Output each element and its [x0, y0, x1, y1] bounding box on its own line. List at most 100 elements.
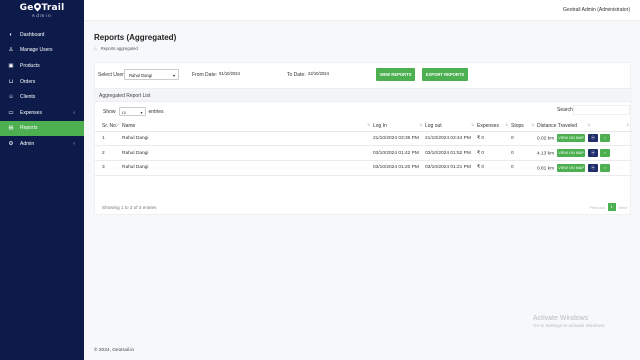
view-on-map-button[interactable]: VIEW ON MAP: [557, 134, 586, 143]
sidebar-item-reports[interactable]: ▤ Reports: [0, 120, 84, 137]
table-row: 2 Rahul Dangi 03/10/2024 01:42 PM 03/10/202…: [95, 145, 632, 161]
pagination-next[interactable]: Next: [619, 205, 627, 210]
cell-stops: 0: [511, 160, 537, 176]
table-row: 3 Rahul Dangi 03/10/2024 01:20 PM 03/10/202…: [95, 160, 632, 176]
column-header[interactable]: Expenses ⇅: [477, 121, 511, 132]
search-label: Search:: [557, 107, 575, 113]
cart-icon: ⊔: [8, 78, 14, 85]
sidebar-item-label: Clients: [20, 94, 36, 101]
column-header-label: Name: [122, 122, 136, 129]
sidebar: Ge Trail Admin ◐ Dashboard ♙ Manage Users ▣ Pr…: [0, 0, 84, 360]
excel-icon[interactable]: ▪: [600, 134, 611, 143]
cell-login: 03/10/2024 01:42 PM: [373, 145, 425, 161]
column-header-label: Log In: [373, 122, 387, 129]
to-date-input[interactable]: 22/10/2024: [306, 68, 366, 79]
location-icon[interactable]: ⦿: [588, 134, 599, 143]
cell-expenses: ₹ 0: [477, 145, 511, 161]
column-header[interactable]: Stops ⇅: [511, 121, 537, 132]
sort-icon: ⇅: [116, 123, 119, 127]
view-on-map-button[interactable]: VIEW ON MAP: [557, 149, 586, 158]
sidebar-item-orders[interactable]: ⊔ Orders: [0, 74, 84, 90]
breadcrumb: ⌂ Reports aggregated: [94, 46, 138, 51]
sidebar-item-manage-users[interactable]: ♙ Manage Users: [0, 43, 84, 59]
chevron-left-icon: ‹: [73, 109, 75, 116]
users-icon: ♙: [8, 47, 14, 54]
user-menu[interactable]: Geotrail Admin (Administrator): [563, 7, 630, 13]
length-value: 10: [121, 110, 126, 115]
column-header[interactable]: Log In ⇅: [373, 121, 425, 132]
dashboard-icon: ◐: [9, 31, 13, 38]
distance-value: 4.13 km: [537, 151, 555, 157]
sidebar-item-label: Admin: [20, 140, 35, 147]
sort-icon: ⇅: [367, 123, 370, 127]
column-header-label: Sr. No.: [102, 122, 118, 129]
column-header[interactable]: Log out ⇅: [425, 121, 477, 132]
cell-sr: 3: [95, 160, 122, 176]
show-label: Show: [103, 108, 116, 115]
cell-stops: 0: [511, 131, 537, 147]
column-header-label: Log out: [425, 122, 442, 129]
column-header-label: Stops: [511, 122, 524, 129]
export-reports-button[interactable]: EXPORT REPORTS: [422, 68, 468, 81]
search-input[interactable]: [573, 105, 630, 115]
sidebar-item-clients[interactable]: ☺ Clients: [0, 89, 84, 105]
sidebar-item-label: Products: [20, 62, 40, 69]
view-reports-button[interactable]: VIEW REPORTS: [376, 68, 415, 81]
sidebar-item-expenses[interactable]: ▭ Expenses ‹: [0, 105, 84, 121]
cell-login: 21/10/2024 03:36 PM: [373, 131, 425, 147]
table-body: 1 Rahul Dangi 21/10/2024 03:36 PM 21/10/202…: [95, 131, 632, 176]
excel-icon[interactable]: ▪: [600, 149, 611, 158]
user-select-label: Select User:: [98, 72, 126, 78]
chevron-left-icon: ‹: [73, 140, 75, 147]
cell-logout: 21/10/2024 03:44 PM: [425, 131, 477, 147]
sidebar-item-label: Orders: [20, 78, 36, 85]
logo[interactable]: Ge Trail Admin: [0, 0, 84, 26]
excel-icon[interactable]: ▪: [600, 163, 611, 172]
table-footer: Showing 1 to 3 of 3 entries Previous 1 N…: [95, 203, 632, 213]
gear-icon: ⚙: [8, 140, 14, 147]
cell-distance: 0.02 km VIEW ON MAP ⦿ ▪: [537, 131, 632, 147]
cell-login: 03/10/2024 01:20 PM: [373, 160, 425, 176]
sidebar-item-label: Reports: [20, 125, 38, 132]
view-on-map-button[interactable]: VIEW ON MAP: [557, 163, 586, 172]
cell-stops: 0: [511, 145, 537, 161]
length-select[interactable]: 10 ▾: [118, 107, 146, 116]
cell-sr: 1: [95, 131, 122, 147]
pagination-page-current[interactable]: 1: [607, 203, 616, 211]
column-header[interactable]: Distance Traveled ⇅: [537, 121, 593, 132]
home-icon[interactable]: ⌂: [94, 46, 97, 51]
sidebar-item-admin[interactable]: ⚙ Admin ‹: [0, 136, 84, 152]
report-card: Select User: Rahul Dangi ▾ From Date: 01…: [94, 62, 632, 215]
length-control: Show 10 ▾ entries: [103, 107, 164, 116]
column-header-label: Expenses: [477, 122, 499, 129]
pagination: Previous 1 Next: [589, 203, 627, 211]
column-header-label: Distance Traveled: [537, 122, 578, 129]
watermark-subtitle: Go to Settings to activate Windows.: [533, 323, 606, 328]
location-icon[interactable]: ⦿: [588, 149, 599, 158]
clients-icon: ☺: [8, 94, 14, 101]
sort-icon: ⇅: [587, 123, 590, 127]
sidebar-item-products[interactable]: ▣ Products: [0, 58, 84, 74]
pagination-previous[interactable]: Previous: [589, 205, 605, 210]
table-header-row: Sr. No. ⇅ Name ⇅ Log In ⇅ Log out ⇅ Expenses ⇅ Sto…: [95, 121, 632, 132]
column-header[interactable]: Sr. No. ⇅: [95, 121, 122, 132]
location-icon[interactable]: ⦿: [588, 163, 599, 172]
report-icon: ▤: [8, 125, 14, 132]
breadcrumb-current: Reports aggregated: [100, 46, 138, 51]
topbar: Geotrail Admin (Administrator): [84, 0, 640, 21]
sidebar-item-label: Manage Users: [20, 47, 53, 54]
from-date-input[interactable]: 01/10/2024: [217, 68, 277, 79]
user-select[interactable]: Rahul Dangi ▾: [124, 69, 179, 80]
column-header[interactable]: Name ⇅: [122, 121, 373, 132]
cell-name: Rahul Dangi: [122, 145, 373, 161]
money-icon: ▭: [8, 109, 14, 116]
sort-icon: ⇅: [626, 123, 629, 127]
cell-distance: 4.13 km VIEW ON MAP ⦿ ▪: [537, 145, 632, 161]
column-header[interactable]: ⇅: [593, 121, 632, 132]
to-date-label: To Date:: [287, 72, 306, 78]
activation-watermark: Activate Windows Go to Settings to activ…: [533, 315, 606, 328]
cell-expenses: ₹ 0: [477, 131, 511, 147]
sort-icon: ⇅: [505, 123, 508, 127]
box-icon: ▣: [8, 62, 14, 69]
sidebar-item-dashboard[interactable]: ◐ Dashboard: [0, 27, 84, 43]
